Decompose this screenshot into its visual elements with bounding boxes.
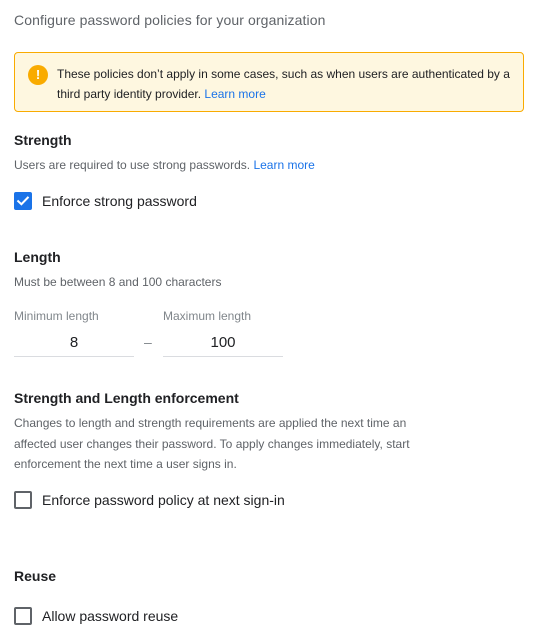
enforcement-title: Strength and Length enforcement [14,390,239,406]
warning-text: These policies don’t apply in some cases… [57,64,513,104]
enforcement-description-line: affected user changes their password. To… [14,436,410,451]
maximum-length-label: Maximum length [163,309,252,323]
enforce-strong-password-label: Enforce strong password [42,193,197,209]
warning-message: These policies don’t apply in some cases… [57,67,510,101]
page-heading: Configure password policies for your org… [14,12,326,28]
enforce-at-next-sign-in-checkbox[interactable]: Enforce password policy at next sign-in [14,491,285,509]
strength-title: Strength [14,132,72,148]
allow-password-reuse-label: Allow password reuse [42,608,179,624]
checkbox-unchecked-icon [14,491,32,509]
checkbox-unchecked-icon [14,607,32,625]
enforcement-description-line: Changes to length and strength requireme… [14,416,407,430]
maximum-length-input[interactable] [163,328,283,357]
enforcement-description: Changes to length and strength requireme… [14,413,410,475]
minimum-length-label: Minimum length [14,309,99,323]
strength-description: Users are required to use strong passwor… [14,155,315,176]
length-title: Length [14,249,61,265]
enforcement-description-line: enforcement the next time a user signs i… [14,457,237,471]
reuse-title: Reuse [14,568,57,584]
checkbox-checked-icon [14,192,32,210]
strength-learn-more-link[interactable]: Learn more [253,158,314,172]
length-description: Must be between 8 and 100 characters [14,275,222,289]
length-range-separator: – [144,334,152,350]
enforce-strong-password-checkbox[interactable]: Enforce strong password [14,192,197,210]
allow-password-reuse-checkbox[interactable]: Allow password reuse [14,607,178,625]
strength-description-text: Users are required to use strong passwor… [14,158,254,172]
enforce-at-next-sign-in-label: Enforce password policy at next sign-in [42,492,285,508]
warning-learn-more-link[interactable]: Learn more [204,87,265,101]
info-icon: ! [28,65,48,85]
minimum-length-input[interactable] [14,328,134,357]
warning-banner: ! These policies don’t apply in some cas… [14,52,524,112]
